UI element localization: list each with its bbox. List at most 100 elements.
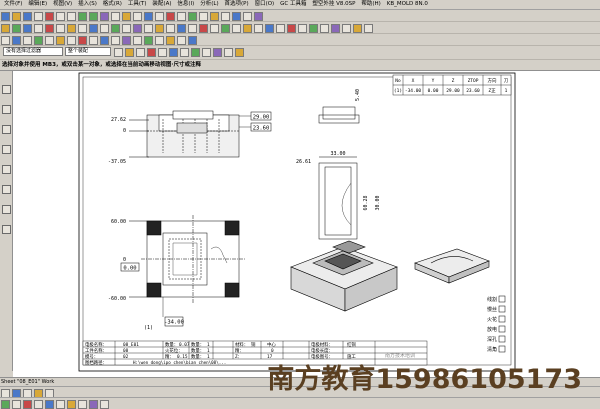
menu-file[interactable]: 文件(F) <box>4 0 22 9</box>
open-icon[interactable] <box>12 12 21 21</box>
menu-plugin[interactable]: 塑空外挂 V8.0SP <box>312 0 355 9</box>
copy-icon[interactable] <box>56 12 65 21</box>
snap-icon[interactable] <box>243 12 252 21</box>
bottom-tool-4-icon[interactable] <box>34 400 43 409</box>
centerline-icon[interactable] <box>166 36 175 45</box>
snap-tangent-icon[interactable] <box>234 48 244 57</box>
symbol-icon[interactable] <box>155 36 164 45</box>
menu-view[interactable]: 视图(V) <box>53 0 72 9</box>
bottom-tool-1-icon[interactable] <box>1 400 10 409</box>
slot-icon[interactable] <box>78 24 87 33</box>
extrude-icon[interactable] <box>12 24 21 33</box>
snap-point-icon[interactable] <box>201 48 211 57</box>
menu-assembly[interactable]: 装配(A) <box>152 0 171 9</box>
projected-view-icon[interactable] <box>34 36 43 45</box>
fit-icon[interactable] <box>155 12 164 21</box>
break-view-icon[interactable] <box>67 36 76 45</box>
sketch-icon[interactable] <box>265 24 274 33</box>
constraint-navigator-icon[interactable] <box>2 105 11 114</box>
axis-icon[interactable] <box>309 24 318 33</box>
snap-end-icon[interactable] <box>113 48 123 57</box>
new-sheet-icon[interactable] <box>12 36 21 45</box>
offset-icon[interactable] <box>155 24 164 33</box>
vertical-dim-icon[interactable] <box>111 36 120 45</box>
unite-icon[interactable] <box>188 24 197 33</box>
section-view-icon[interactable] <box>45 36 54 45</box>
revolve-icon[interactable] <box>23 24 32 33</box>
angle-icon[interactable] <box>353 24 362 33</box>
start-icon[interactable] <box>100 12 109 21</box>
pan-icon[interactable] <box>177 12 186 21</box>
snap-intersect-icon[interactable] <box>168 48 178 57</box>
note-icon[interactable] <box>133 36 142 45</box>
patch-icon[interactable] <box>232 24 241 33</box>
menu-analysis[interactable]: 分析(L) <box>200 0 218 9</box>
base-view-icon[interactable] <box>23 36 32 45</box>
save-icon[interactable] <box>23 12 32 21</box>
menu-preferences[interactable]: 首选项(P) <box>225 0 249 9</box>
bottom-tool-7-icon[interactable] <box>67 400 76 409</box>
surface-icon[interactable] <box>243 24 252 33</box>
bottom-tool-8-icon[interactable] <box>78 400 87 409</box>
roles-icon[interactable] <box>2 205 11 214</box>
scope-dropdown[interactable]: 整个装配 <box>64 47 111 56</box>
intersect-icon[interactable] <box>210 24 219 33</box>
web-browser-icon[interactable] <box>2 185 11 194</box>
table-icon[interactable] <box>144 36 153 45</box>
distance-icon[interactable] <box>342 24 351 33</box>
redo-icon[interactable] <box>89 12 98 21</box>
analysis-icon[interactable] <box>331 24 340 33</box>
bottom-tool-10-icon[interactable] <box>100 400 109 409</box>
blend-icon[interactable] <box>100 24 109 33</box>
chamfer-icon[interactable] <box>111 24 120 33</box>
view-icon[interactable] <box>144 12 153 21</box>
bottom-tool-3-icon[interactable] <box>23 400 32 409</box>
print-icon[interactable] <box>34 12 43 21</box>
cut-icon[interactable] <box>45 12 54 21</box>
undo-icon[interactable] <box>78 12 87 21</box>
update-view-icon[interactable] <box>78 36 87 45</box>
trim-icon[interactable] <box>133 24 142 33</box>
paste-icon[interactable] <box>67 12 76 21</box>
ordinate-dim-icon[interactable] <box>122 36 131 45</box>
snap-pole-icon[interactable] <box>190 48 200 57</box>
selection-filter-dropdown[interactable]: 没有选择过滤器 <box>3 47 63 56</box>
menu-edit[interactable]: 编辑(E) <box>28 0 47 9</box>
bottom-tool-6-icon[interactable] <box>56 400 65 409</box>
mirror-icon[interactable] <box>166 24 175 33</box>
assembly-navigator-icon[interactable] <box>2 85 11 94</box>
hatch-icon[interactable] <box>177 36 186 45</box>
pad-icon[interactable] <box>67 24 76 33</box>
boss-icon[interactable] <box>45 24 54 33</box>
measure-icon[interactable] <box>232 12 241 21</box>
menu-format[interactable]: 格式(R) <box>103 0 122 9</box>
drafting-icon[interactable] <box>1 36 10 45</box>
detail-view-icon[interactable] <box>56 36 65 45</box>
hole-icon[interactable] <box>34 24 43 33</box>
menu-info[interactable]: 信息(I) <box>177 0 194 9</box>
snap-face-icon[interactable] <box>212 48 222 57</box>
horizontal-dim-icon[interactable] <box>100 36 109 45</box>
new-icon[interactable] <box>1 12 10 21</box>
point-icon[interactable] <box>287 24 296 33</box>
menu-help[interactable]: 帮助(H) <box>361 0 380 9</box>
zoom-icon[interactable] <box>166 12 175 21</box>
menu-kbmold[interactable]: KB_MOLD 8N.0 <box>387 0 428 9</box>
sew-icon[interactable] <box>221 24 230 33</box>
bottom-tool-5-icon[interactable] <box>45 400 54 409</box>
snap-center-icon[interactable] <box>135 48 145 57</box>
pattern-icon[interactable] <box>177 24 186 33</box>
snap-existing-icon[interactable] <box>157 48 167 57</box>
info-icon[interactable] <box>364 24 373 33</box>
menu-tools[interactable]: 工具(T) <box>128 0 147 9</box>
section-icon[interactable] <box>221 12 230 21</box>
snap-mid-icon[interactable] <box>124 48 134 57</box>
bottom-tool-9-icon[interactable] <box>89 400 98 409</box>
menu-gc-toolbox[interactable]: GC 工具箱 <box>280 0 306 9</box>
layer-icon[interactable] <box>122 12 131 21</box>
dimension-icon[interactable] <box>89 36 98 45</box>
drawing-canvas[interactable]: 27.62 0 -37.05 29.00 23.60 60.00 0 -60.0… <box>13 71 600 377</box>
split-icon[interactable] <box>144 24 153 33</box>
wireframe-icon[interactable] <box>210 12 219 21</box>
bottom-tool-2-icon[interactable] <box>12 400 21 409</box>
